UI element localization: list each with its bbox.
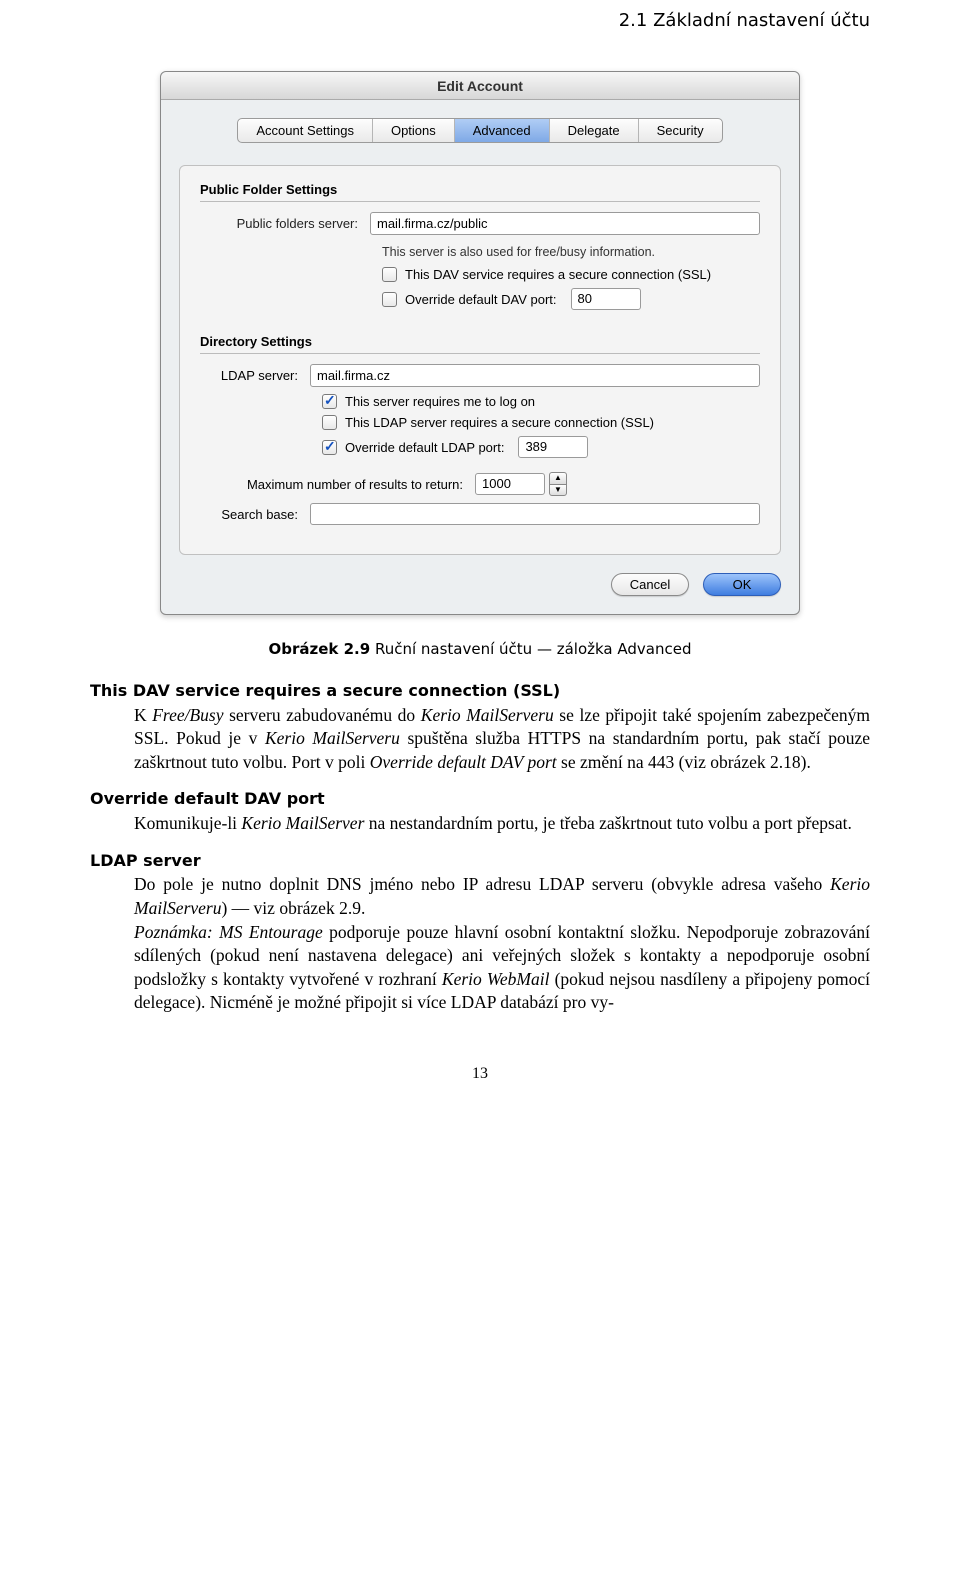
max-results-stepper[interactable]: ▲ ▼ bbox=[549, 472, 567, 496]
page-number: 13 bbox=[90, 1065, 870, 1083]
ldap-port-input[interactable]: 389 bbox=[518, 436, 588, 458]
dav-port-input[interactable]: 80 bbox=[571, 288, 641, 310]
tab-bar: Account Settings Options Advanced Delega… bbox=[161, 100, 799, 165]
directory-heading: Directory Settings bbox=[200, 334, 760, 349]
dav-ssl-label: This DAV service requires a secure conne… bbox=[405, 267, 711, 282]
term-ldap-server: LDAP server bbox=[90, 850, 870, 872]
ldap-server-input[interactable]: mail.firma.cz bbox=[310, 364, 760, 387]
search-base-input[interactable] bbox=[310, 503, 760, 525]
figure-number: Obrázek 2.9 bbox=[269, 640, 371, 658]
dav-override-label: Override default DAV port: bbox=[405, 292, 557, 307]
ldap-override-label: Override default LDAP port: bbox=[345, 440, 504, 455]
settings-panel: Public Folder Settings Public folders se… bbox=[179, 165, 781, 555]
ldap-logon-label: This server requires me to log on bbox=[345, 394, 535, 409]
tab-account-settings[interactable]: Account Settings bbox=[238, 119, 373, 142]
tab-advanced[interactable]: Advanced bbox=[455, 119, 550, 142]
dav-override-checkbox[interactable] bbox=[382, 292, 397, 307]
max-results-label: Maximum number of results to return: bbox=[200, 477, 475, 492]
tab-delegate[interactable]: Delegate bbox=[550, 119, 639, 142]
figure-title: Ruční nastavení účtu — záložka Advanced bbox=[370, 640, 691, 658]
ldap-logon-checkbox[interactable] bbox=[322, 394, 337, 409]
desc-dav-ssl: K Free/Busy serveru zabudovanému do Keri… bbox=[134, 704, 870, 775]
edit-account-window: Edit Account Account Settings Options Ad… bbox=[160, 71, 800, 615]
window-title: Edit Account bbox=[161, 72, 799, 100]
ldap-ssl-checkbox[interactable] bbox=[322, 415, 337, 430]
cancel-button[interactable]: Cancel bbox=[611, 573, 689, 596]
ldap-ssl-label: This LDAP server requires a secure conne… bbox=[345, 415, 654, 430]
search-base-label: Search base: bbox=[200, 507, 310, 522]
desc-ldap-server: Do pole je nutno doplnit DNS jméno nebo … bbox=[134, 873, 870, 1015]
public-server-input[interactable]: mail.firma.cz/public bbox=[370, 212, 760, 235]
figure-caption: Obrázek 2.9 Ruční nastavení účtu — zálož… bbox=[90, 640, 870, 658]
tab-options[interactable]: Options bbox=[373, 119, 455, 142]
dav-ssl-checkbox[interactable] bbox=[382, 267, 397, 282]
divider bbox=[200, 201, 760, 202]
freebusy-hint: This server is also used for free/busy i… bbox=[200, 245, 760, 259]
stepper-down-icon[interactable]: ▼ bbox=[549, 484, 567, 497]
public-server-label: Public folders server: bbox=[200, 216, 370, 231]
ldap-server-label: LDAP server: bbox=[200, 368, 310, 383]
desc-override-dav: Komunikuje-li Kerio MailServer na nestan… bbox=[134, 812, 870, 836]
term-dav-ssl: This DAV service requires a secure conne… bbox=[90, 680, 870, 702]
public-folder-heading: Public Folder Settings bbox=[200, 182, 760, 197]
max-results-input[interactable]: 1000 bbox=[475, 473, 545, 495]
page-header: 2.1 Základní nastavení účtu bbox=[90, 0, 870, 71]
ok-button[interactable]: OK bbox=[703, 573, 781, 596]
stepper-up-icon[interactable]: ▲ bbox=[549, 472, 567, 484]
term-override-dav: Override default DAV port bbox=[90, 788, 870, 810]
divider bbox=[200, 353, 760, 354]
ldap-override-checkbox[interactable] bbox=[322, 440, 337, 455]
tab-security[interactable]: Security bbox=[639, 119, 722, 142]
document-body: This DAV service requires a secure conne… bbox=[90, 680, 870, 1015]
